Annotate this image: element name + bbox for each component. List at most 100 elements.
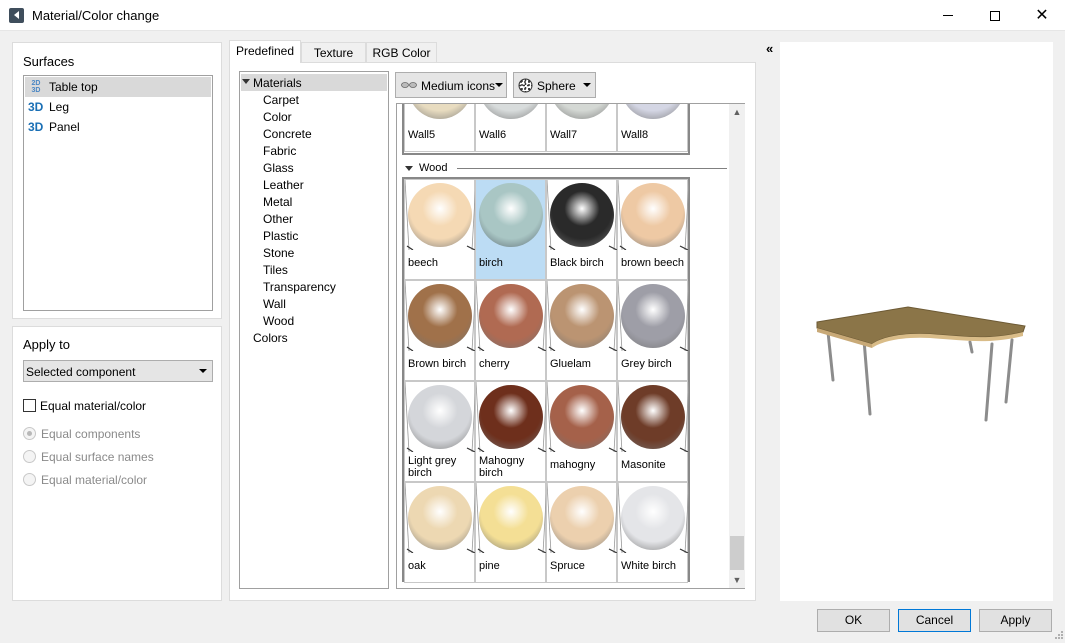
surface-label: Leg <box>49 100 70 114</box>
table-preview-image <box>816 306 1026 422</box>
ok-button[interactable]: OK <box>817 609 890 632</box>
radio-label: Equal surface names <box>41 450 154 464</box>
tree-item-glass[interactable]: Glass <box>263 161 294 175</box>
collapse-preview-button[interactable]: « <box>766 41 773 56</box>
material-tile-mahogny-birch[interactable]: Mahogny birch <box>475 381 547 482</box>
equal-material-checkbox[interactable] <box>23 399 36 412</box>
surface-item-panel[interactable]: 3D Panel <box>25 117 211 137</box>
radio-equal-components[interactable]: Equal components <box>23 427 213 443</box>
material-tile-spruce[interactable]: Spruce <box>546 482 618 583</box>
view-mode-dropdown[interactable]: Medium icons <box>395 72 507 98</box>
tree-item-materials[interactable]: Materials <box>241 74 387 91</box>
material-tile-beech[interactable]: beech <box>404 179 476 280</box>
material-tile-wall8[interactable]: Wall8 <box>617 104 688 152</box>
material-tile-birch[interactable]: birch <box>475 179 546 280</box>
material-sphere <box>408 104 472 119</box>
window-title: Material/Color change <box>32 8 160 23</box>
preview-shape-dropdown[interactable]: Sphere <box>513 72 596 98</box>
tree-item-stone[interactable]: Stone <box>263 246 294 260</box>
material-tile-wall5[interactable]: Wall5 <box>404 104 475 152</box>
equal-material-checkbox-label: Equal material/color <box>40 399 147 413</box>
material-tile-oak[interactable]: oak <box>404 482 476 583</box>
tree-item-concrete[interactable]: Concrete <box>263 127 312 141</box>
radio-button[interactable] <box>23 473 36 486</box>
surface-item-table-top[interactable]: 2D 3D Table top <box>25 77 211 97</box>
tree-item-colors[interactable]: Colors <box>253 331 288 345</box>
material-sphere <box>621 183 685 247</box>
expand-icon[interactable] <box>242 79 250 84</box>
tree-item-color[interactable]: Color <box>263 110 292 124</box>
tree-item-transparency[interactable]: Transparency <box>263 280 336 294</box>
tab-predefined[interactable]: Predefined <box>229 40 301 63</box>
scroll-up-icon[interactable]: ▲ <box>729 104 745 120</box>
apply-button[interactable]: Apply <box>979 609 1052 632</box>
tree-item-plastic[interactable]: Plastic <box>263 229 298 243</box>
resize-grip-icon[interactable] <box>1053 631 1063 641</box>
material-tile-white-birch[interactable]: White birch <box>617 482 689 583</box>
material-tile-black-birch[interactable]: Black birch <box>546 179 618 280</box>
tree-item-wall[interactable]: Wall <box>263 297 286 311</box>
material-tile-wall7[interactable]: Wall7 <box>546 104 617 152</box>
surface-item-leg[interactable]: 3D Leg <box>25 97 211 117</box>
chevron-down-icon <box>583 83 591 87</box>
cancel-button[interactable]: Cancel <box>898 609 971 632</box>
material-name-line2: birch <box>479 467 503 479</box>
wood-group-name: Wood <box>419 162 448 174</box>
material-tile-brown-birch[interactable]: Brown birch <box>404 280 476 381</box>
material-sphere <box>479 104 543 119</box>
minimize-button[interactable] <box>925 0 971 31</box>
material-tile-cherry[interactable]: cherry <box>475 280 547 381</box>
close-icon: ✕ <box>1035 6 1049 24</box>
tree-item-other[interactable]: Other <box>263 212 293 226</box>
maximize-button[interactable] <box>972 0 1018 31</box>
wood-group-header[interactable]: Wood <box>405 162 727 174</box>
tree-item-wood[interactable]: Wood <box>263 314 294 328</box>
material-sphere <box>550 104 614 119</box>
scroll-thumb[interactable] <box>730 536 744 570</box>
tree-item-leather[interactable]: Leather <box>263 178 304 192</box>
material-name: brown beech <box>621 257 684 269</box>
material-grid[interactable]: Wall5 Wall6 Wall7 Wall8 Wood beech birch Blac… <box>396 103 745 589</box>
material-sphere <box>550 284 614 348</box>
material-sphere <box>550 486 614 550</box>
3d-icon: 3D <box>28 100 44 114</box>
tree-item-carpet[interactable]: Carpet <box>263 93 299 107</box>
material-tile-brown-beech[interactable]: brown beech <box>617 179 689 280</box>
close-button[interactable]: ✕ <box>1019 0 1065 31</box>
tree-item-fabric[interactable]: Fabric <box>263 144 296 158</box>
tab-texture[interactable]: Texture <box>301 42 366 63</box>
material-sphere <box>408 183 472 247</box>
material-tree[interactable]: Materials Carpet Color Concrete Fabric Glass… <box>239 71 389 589</box>
material-tile-grey-birch[interactable]: Grey birch <box>617 280 689 381</box>
material-name: mahogny <box>550 459 596 471</box>
material-tile-light-grey-birch[interactable]: Light grey birch <box>404 381 476 482</box>
material-sphere <box>621 385 685 449</box>
tree-item-metal[interactable]: Metal <box>263 195 292 209</box>
scroll-down-icon[interactable]: ▼ <box>729 572 745 588</box>
apply-to-title: Apply to <box>23 337 70 352</box>
3d-preview[interactable] <box>780 42 1053 601</box>
medium-icons-icon <box>401 82 417 88</box>
material-sphere <box>408 486 472 550</box>
group-divider <box>457 168 727 169</box>
collapse-icon[interactable] <box>405 166 413 171</box>
material-tile-wall6[interactable]: Wall6 <box>475 104 546 152</box>
material-tile-mahogny[interactable]: mahogny <box>546 381 618 482</box>
material-sphere <box>621 486 685 550</box>
radio-equal-surface-names[interactable]: Equal surface names <box>23 450 213 466</box>
radio-equal-material-color[interactable]: Equal material/color <box>23 473 213 489</box>
apply-to-select[interactable]: Selected component <box>23 360 213 382</box>
material-tile-gluelam[interactable]: Gluelam <box>546 280 618 381</box>
material-name: Wall8 <box>621 129 649 141</box>
view-mode-label: Medium icons <box>421 79 496 93</box>
tab-rgb-color[interactable]: RGB Color <box>366 42 437 63</box>
material-sphere <box>550 385 614 449</box>
2d-3d-icon: 2D 3D <box>31 80 41 94</box>
material-tile-pine[interactable]: pine <box>475 482 547 583</box>
tree-item-tiles[interactable]: Tiles <box>263 263 288 277</box>
material-tile-masonite[interactable]: Masonite <box>617 381 689 482</box>
radio-button[interactable] <box>23 450 36 463</box>
radio-button[interactable] <box>23 427 36 440</box>
surfaces-list[interactable]: 2D 3D Table top 3D Leg 3D Panel <box>23 75 213 311</box>
grid-scrollbar[interactable]: ▲ ▼ <box>729 104 745 588</box>
